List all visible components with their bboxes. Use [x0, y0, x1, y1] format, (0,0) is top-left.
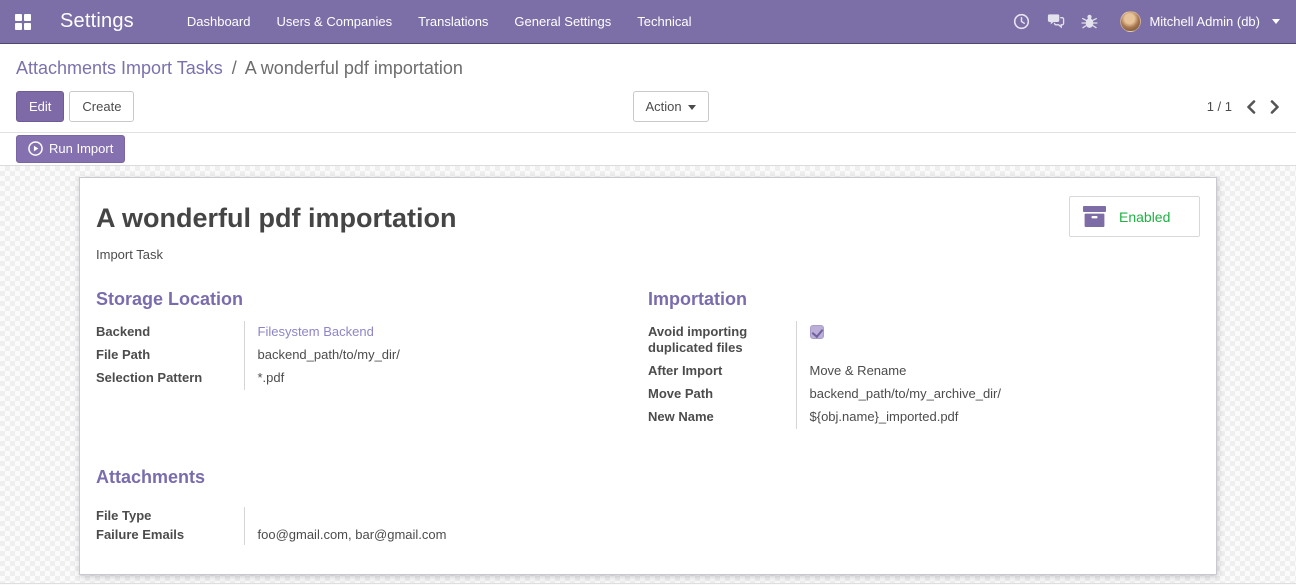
field-label: Move Path	[648, 386, 714, 401]
messages-button[interactable]	[1038, 0, 1072, 44]
breadcrumb: Attachments Import Tasks / A wonderful p…	[16, 56, 1280, 80]
field-label: Failure Emails	[96, 527, 185, 542]
enabled-label: Enabled	[1119, 208, 1171, 225]
field-label: New Name	[648, 409, 714, 424]
messages-icon	[1046, 13, 1065, 30]
avoid-duplicates-checkbox	[809, 325, 824, 339]
field-row-new-name: New Name ${obj.name}_imported.pdf	[648, 406, 1160, 429]
archive-box-icon	[1082, 205, 1107, 228]
group-attachments: Attachments File Type Failure Emails foo…	[96, 467, 648, 545]
field-row-move-path: Move Path backend_path/to/my_archive_dir…	[648, 383, 1160, 406]
menu-item-users-companies[interactable]: Users & Companies	[263, 0, 405, 44]
menu-item-technical[interactable]: Technical	[624, 0, 704, 44]
user-menu[interactable]: Mitchell Admin (db)	[1106, 11, 1280, 32]
run-import-button[interactable]: Run Import	[16, 134, 126, 163]
action-dropdown-button[interactable]: Action	[632, 91, 709, 122]
form-statusbar: Run Import	[0, 132, 1296, 166]
menu-item-dashboard[interactable]: Dashboard	[174, 0, 264, 44]
form-sheet: Enabled A wonderful pdf importation Impo…	[79, 177, 1217, 575]
field-value: ${obj.name}_imported.pdf	[795, 406, 1160, 429]
create-button[interactable]: Create	[69, 91, 135, 122]
edit-button[interactable]: Edit	[16, 91, 65, 122]
app-title: Settings	[60, 10, 134, 32]
field-row-file-path: File Path backend_path/to/my_dir/	[96, 344, 600, 367]
field-groups: Storage Location Backend Filesystem Back…	[96, 289, 1200, 429]
field-label: After Import	[648, 363, 723, 378]
caret-down-icon	[1272, 19, 1280, 24]
enabled-stat-button[interactable]: Enabled	[1069, 196, 1200, 237]
top-navbar: Settings Dashboard Users & Companies Tra…	[0, 0, 1296, 44]
apps-grid-icon	[15, 13, 31, 30]
field-value: backend_path/to/my_archive_dir/	[795, 383, 1160, 406]
caret-down-icon	[687, 105, 696, 111]
field-label: Backend	[96, 324, 151, 339]
group-title-storage-location: Storage Location	[96, 289, 244, 309]
breadcrumb-current: A wonderful pdf importation	[244, 58, 463, 78]
user-name: Mitchell Admin (db)	[1149, 14, 1260, 29]
content-area: Enabled A wonderful pdf importation Impo…	[0, 166, 1296, 583]
field-value: foo@gmail.com, bar@gmail.com	[243, 526, 648, 545]
field-row-failure-emails: Failure Emails foo@gmail.com, bar@gmail.…	[96, 526, 648, 545]
field-value	[243, 507, 648, 526]
debug-button[interactable]	[1072, 0, 1106, 44]
field-value: *.pdf	[243, 367, 600, 390]
record-title: A wonderful pdf importation	[96, 203, 457, 233]
group-title-importation: Importation	[648, 289, 747, 309]
play-circle-icon	[28, 140, 43, 156]
field-row-avoid-duplicates: Avoid importing duplicated files	[648, 321, 1160, 360]
pager-counter: 1 / 1	[1206, 99, 1232, 114]
field-label: File Type	[96, 508, 152, 523]
group-storage-location: Storage Location Backend Filesystem Back…	[96, 289, 648, 429]
apps-menu-button[interactable]	[0, 0, 46, 44]
clock-icon	[1013, 13, 1030, 30]
main-menu: Dashboard Users & Companies Translations…	[174, 0, 705, 44]
field-row-backend: Backend Filesystem Backend	[96, 321, 600, 344]
user-avatar	[1120, 11, 1142, 32]
bug-icon	[1081, 13, 1098, 30]
breadcrumb-divider: /	[231, 58, 237, 78]
menu-item-general-settings[interactable]: General Settings	[501, 0, 624, 44]
field-label: File Path	[96, 347, 151, 362]
field-row-file-type: File Type	[96, 507, 648, 526]
navbar-right: Mitchell Admin (db)	[1004, 0, 1296, 44]
breadcrumb-parent-link[interactable]: Attachments Import Tasks	[16, 58, 223, 78]
backend-link[interactable]: Filesystem Backend	[258, 324, 374, 339]
pager-next-button[interactable]	[1270, 99, 1280, 114]
field-value: Move & Rename	[795, 360, 1160, 383]
menu-item-translations[interactable]: Translations	[405, 0, 501, 44]
record-subtitle: Import Task	[96, 247, 163, 262]
group-title-attachments: Attachments	[96, 467, 206, 487]
field-row-after-import: After Import Move & Rename	[648, 360, 1160, 383]
control-panel: Attachments Import Tasks / A wonderful p…	[0, 44, 1296, 132]
field-row-selection-pattern: Selection Pattern *.pdf	[96, 367, 600, 390]
field-label: Selection Pattern	[96, 370, 203, 385]
pager-previous-button[interactable]	[1246, 99, 1256, 114]
field-label: Avoid importing duplicated files	[648, 324, 748, 355]
group-importation: Importation Avoid importing duplicated f…	[648, 289, 1200, 429]
field-value: backend_path/to/my_dir/	[243, 344, 600, 367]
control-panel-buttons: Edit Create Action 1 / 1	[16, 91, 1280, 122]
activities-button[interactable]	[1004, 0, 1038, 44]
